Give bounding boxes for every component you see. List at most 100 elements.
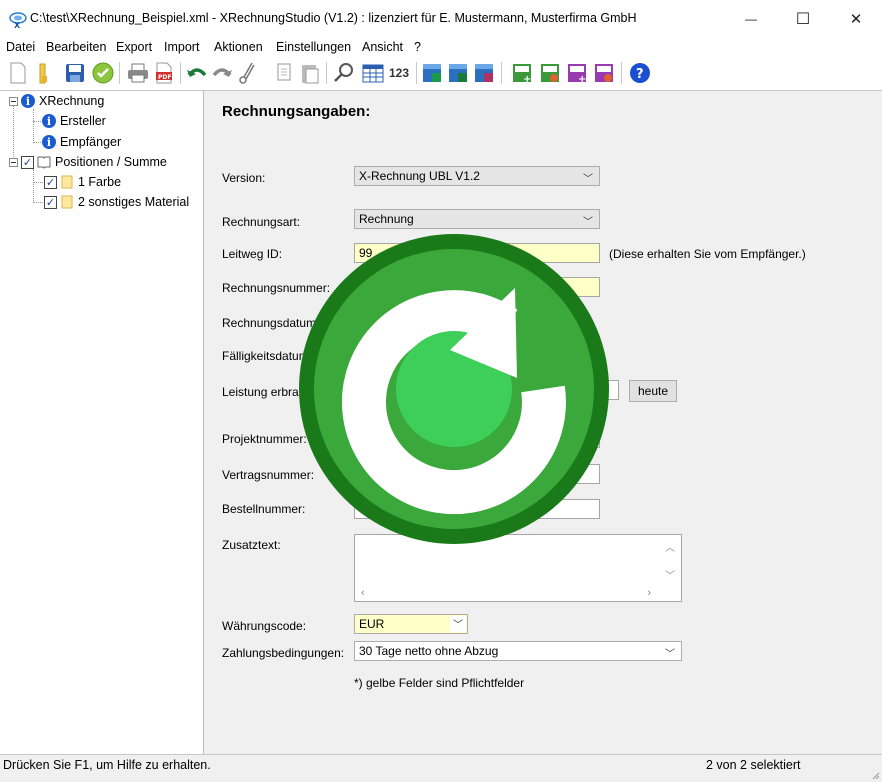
scroll-down-icon[interactable]: ﹀ [665, 567, 675, 582]
copy-icon[interactable] [272, 61, 296, 85]
toolbar-separator [416, 62, 417, 84]
zahlungsbedingungen-select[interactable]: 30 Tage netto ohne Abzug ﹀ [354, 641, 682, 661]
collapse-icon[interactable] [9, 157, 18, 167]
status-selection-count: 2 von 2 selektiert [706, 758, 801, 772]
search-icon[interactable] [332, 61, 356, 85]
scroll-left-icon[interactable]: ‹ [361, 587, 365, 599]
toolbar-separator [621, 62, 622, 84]
numbering-icon[interactable]: 123 [389, 66, 413, 90]
chevron-down-icon: ﹀ [665, 649, 675, 660]
tree-item-ersteller[interactable]: i Ersteller [42, 111, 106, 131]
chevron-down-icon: ﹀ [450, 616, 466, 632]
tree-item-label: XRechnung [39, 94, 105, 108]
maximize-button[interactable]: ☐ [780, 0, 826, 38]
toolbar-separator [119, 62, 120, 84]
bestellnummer-label: Bestellnummer: [222, 502, 306, 516]
save-icon[interactable] [63, 61, 87, 85]
checkbox-checked[interactable]: ✓ [44, 195, 57, 209]
zahlungsbedingungen-label: Zahlungsbedingungen: [222, 646, 345, 660]
chevron-down-icon: ﹀ [583, 174, 593, 185]
minimize-button[interactable]: — [728, 0, 774, 38]
tree-connector [33, 169, 34, 203]
tree-item-label: Positionen / Summe [55, 155, 167, 169]
tree-item-label: Empfänger [60, 135, 122, 149]
table-icon[interactable] [361, 61, 385, 85]
menu-import[interactable]: Import [164, 40, 199, 54]
checkbox-checked[interactable]: ✓ [44, 175, 57, 189]
maximize-icon: ☐ [795, 11, 811, 28]
tree-item-empfaenger[interactable]: i Empfänger [42, 132, 121, 152]
tree-connector [33, 109, 34, 143]
rechnungsart-value: Rechnung [359, 212, 414, 226]
app-logo-icon: X [9, 12, 27, 29]
add-item-icon[interactable]: + [510, 61, 534, 85]
undo-icon[interactable] [185, 61, 209, 85]
menu-bearbeiten[interactable]: Bearbeiten [46, 40, 106, 54]
leitweg-hint: (Diese erhalten Sie vom Empfänger.) [609, 247, 806, 261]
waehrung-select[interactable]: EUR ﹀ [354, 614, 468, 634]
minimize-icon: — [745, 12, 757, 26]
new-document-icon[interactable] [6, 61, 30, 85]
zahlungsbedingungen-value: 30 Tage netto ohne Abzug [359, 644, 499, 658]
toolbar-separator [501, 62, 502, 84]
svg-text:X: X [14, 21, 21, 29]
excel-export-icon[interactable] [446, 61, 470, 85]
book-icon [37, 156, 51, 169]
edit-item-icon[interactable] [538, 61, 562, 85]
cut-icon[interactable] [236, 61, 260, 85]
refresh-icon[interactable] [295, 230, 613, 548]
leitweg-label: Leitweg ID: [222, 247, 283, 261]
window-title: C:\test\XRechnung_Beispiel.xml - XRechnu… [30, 11, 637, 25]
tree-item-label: 2 sonstiges Material [78, 195, 190, 209]
delete-item-icon[interactable] [592, 61, 616, 85]
redo-icon[interactable] [210, 61, 234, 85]
title-bar: X C:\test\XRechnung_Beispiel.xml - XRech… [0, 0, 882, 38]
copy-item-icon[interactable]: + [565, 61, 589, 85]
menu-export[interactable]: Export [116, 40, 152, 54]
close-button[interactable]: ✕ [833, 0, 879, 38]
xml-export-icon[interactable] [420, 61, 444, 85]
tree-item-positionen[interactable]: ✓ Positionen / Summe [9, 152, 167, 172]
tree-item-label: Ersteller [60, 114, 106, 128]
heute-button[interactable]: heute [629, 380, 677, 402]
toolbar-separator [180, 62, 181, 84]
svg-text:+: + [578, 74, 586, 85]
menu-ansicht[interactable]: Ansicht [362, 40, 403, 54]
info-icon: i [42, 114, 56, 128]
tree-item-position-2[interactable]: ✓ 2 sonstiges Material [44, 192, 189, 212]
tree-connector [33, 202, 43, 203]
tree-item-position-1[interactable]: ✓ 1 Farbe [44, 172, 121, 192]
menu-datei[interactable]: Datei [6, 40, 35, 54]
scroll-right-icon[interactable]: › [647, 587, 651, 599]
rechnungsart-select[interactable]: Rechnung ﹀ [354, 209, 600, 229]
print-icon[interactable] [126, 61, 150, 85]
status-bar: Drücken Sie F1, um Hilfe zu erhalten. 2 … [0, 754, 882, 782]
info-icon: i [21, 94, 35, 108]
resize-grip-icon[interactable] [870, 770, 880, 780]
menu-einstellungen[interactable]: Einstellungen [276, 40, 351, 54]
version-select[interactable]: X-Rechnung UBL V1.2 ﹀ [354, 166, 600, 186]
navigation-tree: i XRechnung i Ersteller i Empfänger ✓ Po… [0, 90, 204, 755]
svg-text:+: + [523, 74, 531, 85]
checkbox-checked[interactable]: ✓ [21, 155, 34, 169]
access-export-icon[interactable] [472, 61, 496, 85]
paste-icon[interactable] [298, 61, 322, 85]
menu-help[interactable]: ? [414, 40, 421, 54]
tree-connector [33, 121, 41, 122]
help-icon[interactable]: ? [628, 61, 652, 85]
menu-aktionen[interactable]: Aktionen [214, 40, 263, 54]
validate-check-icon[interactable] [91, 61, 115, 85]
pdf-export-icon[interactable]: PDF [152, 61, 176, 85]
page-icon [61, 195, 73, 209]
collapse-icon[interactable] [9, 96, 18, 106]
tree-item-xrechnung[interactable]: i XRechnung [9, 91, 104, 111]
toolbar: PDF 123 + + ? [0, 58, 882, 90]
required-fields-note: *) gelbe Felder sind Pflichtfelder [354, 676, 525, 690]
open-folder-icon[interactable] [32, 61, 56, 85]
leistung-label: Leistung erbra [222, 385, 299, 399]
projektnummer-label: Projektnummer: [222, 432, 307, 446]
waehrung-label: Währungscode: [222, 619, 307, 633]
chevron-down-icon: ﹀ [583, 217, 593, 228]
tree-connector [33, 182, 43, 183]
scroll-up-icon[interactable]: ︿ [665, 539, 675, 554]
